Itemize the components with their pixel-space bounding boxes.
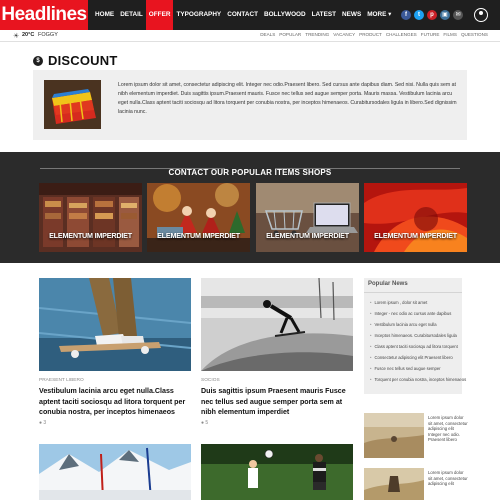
- shop-label: ELEMENTUM IMPERDIET: [266, 231, 349, 240]
- post-title[interactable]: Vestibulum lacinia arcu eget nulla.Class…: [39, 386, 194, 418]
- divider: [275, 168, 460, 169]
- post-category[interactable]: PRAESENT LIBERO: [39, 378, 84, 383]
- popular-news-item[interactable]: Integer - nec odio ac cursus ante dapibu…: [370, 311, 451, 316]
- weather-condition: FOGGY: [38, 32, 58, 38]
- nav-offer[interactable]: OFFER: [145, 0, 174, 30]
- twitter-icon[interactable]: t: [414, 10, 424, 20]
- popular-news-item[interactable]: Fusce nec tellus sed augue semper: [370, 366, 440, 371]
- comment-count: ● 5: [201, 420, 208, 426]
- nav-more-dropdown[interactable]: MORE ▾: [364, 0, 394, 30]
- nav-home[interactable]: HOME: [92, 0, 117, 30]
- comment-count: ● 3: [39, 420, 46, 426]
- nav-latest[interactable]: LATEST: [309, 0, 339, 30]
- post-category[interactable]: SOCIOS: [201, 378, 220, 383]
- post-image-football[interactable]: [201, 444, 353, 500]
- discount-basket-image: [44, 80, 101, 129]
- shops-heading: CONTACT OUR POPULAR ITEMS SHOPS: [0, 162, 500, 180]
- post-image-ski[interactable]: [39, 444, 191, 500]
- email-icon[interactable]: ✉: [453, 10, 463, 20]
- comment-icon: ●: [201, 420, 205, 426]
- top-navbar: Headlines HOME DETAIL OFFER TYPOGRAPHY C…: [0, 0, 500, 30]
- nav-news[interactable]: NEWS: [339, 0, 364, 30]
- weather-icon: ☀: [13, 33, 20, 40]
- tag-questions[interactable]: QUESTIONS: [461, 32, 488, 37]
- popular-news-item[interactable]: Inceptos himenaeos. Curabitursodales lig…: [370, 333, 456, 338]
- nav-typography[interactable]: TYPOGRAPHY: [173, 0, 224, 30]
- nav-contact[interactable]: CONTACT: [224, 0, 261, 30]
- popular-news-widget: Popular News Lorem ipsum , dolor sit ame…: [364, 278, 466, 394]
- popular-news-item[interactable]: Torquent per conubia nostra, inceptos hi…: [370, 377, 466, 382]
- tag-films[interactable]: FILMS: [443, 32, 457, 37]
- shops-title: CONTACT OUR POPULAR ITEMS SHOPS: [168, 168, 332, 177]
- divider: [40, 168, 225, 169]
- side-post-excerpt[interactable]: Lorem ipsum dolor sit amet, consectetur …: [428, 415, 468, 443]
- post-image-skateboard[interactable]: [39, 278, 191, 371]
- popular-news-item[interactable]: Lorem ipsum , dolor sit amet: [370, 300, 427, 305]
- nav-bollywood[interactable]: BOLLYWOOD: [261, 0, 309, 30]
- tag-product[interactable]: PRODUCT: [359, 32, 382, 37]
- popular-news-item[interactable]: Class aptent taciti sociosqu ad litora t…: [370, 344, 457, 349]
- social-links: f t p ▣ ✉: [401, 10, 463, 20]
- user-account-icon[interactable]: [474, 8, 488, 22]
- temperature: 20°C: [22, 32, 35, 38]
- discount-panel: Lorem ipsum dolor sit amet, consectetur …: [33, 70, 467, 140]
- shop-card-bookstore[interactable]: ELEMENTUM IMPERDIET: [39, 183, 142, 252]
- popular-shops-band: CONTACT OUR POPULAR ITEMS SHOPS ELEMENTU…: [0, 152, 500, 263]
- side-post-image-beach[interactable]: [364, 413, 424, 458]
- popular-news-item[interactable]: Vestibulum lacinia arcu eget nulla: [370, 322, 436, 327]
- instagram-icon[interactable]: ▣: [440, 10, 450, 20]
- popular-news-item[interactable]: Consectetur adipiscing elit Praesent lib…: [370, 355, 452, 360]
- comment-count-value: 5: [205, 420, 209, 426]
- post-title[interactable]: Duis sagittis ipsum Praesent mauris Fusc…: [201, 386, 356, 418]
- side-post-image-desert[interactable]: [364, 468, 424, 500]
- site-logo[interactable]: Headlines: [0, 0, 88, 30]
- comment-icon: ●: [39, 420, 43, 426]
- side-post-excerpt[interactable]: Lorem ipsum dolor sit amet, consectetur …: [428, 470, 468, 487]
- tag-popular[interactable]: POPULAR: [279, 32, 301, 37]
- tag-links: DEALS POPULAR TRENDING VACANCY PRODUCT C…: [260, 32, 488, 37]
- tag-future[interactable]: FUTURE: [421, 32, 440, 37]
- facebook-icon[interactable]: f: [401, 10, 411, 20]
- shop-card-santa[interactable]: ELEMENTUM IMPERDIET: [147, 183, 250, 252]
- comment-count-value: 3: [43, 420, 47, 426]
- discount-description: Lorem ipsum dolor sit amet, consectetur …: [118, 82, 457, 115]
- discount-heading: $ DISCOUNT: [33, 53, 118, 68]
- tag-vacancy[interactable]: VACANCY: [333, 32, 355, 37]
- shop-label: ELEMENTUM IMPERDIET: [157, 231, 240, 240]
- shop-card-laptop-cart[interactable]: ELEMENTUM IMPERDIET: [256, 183, 359, 252]
- discount-title: DISCOUNT: [48, 53, 118, 68]
- post-image-skatepark[interactable]: [201, 278, 353, 371]
- shop-label: ELEMENTUM IMPERDIET: [49, 231, 132, 240]
- shop-label: ELEMENTUM IMPERDIET: [374, 231, 457, 240]
- popular-news-title: Popular News: [368, 281, 408, 287]
- nav-detail[interactable]: DETAIL: [117, 0, 146, 30]
- dollar-icon: $: [33, 55, 43, 66]
- tag-trending[interactable]: TRENDING: [305, 32, 329, 37]
- tag-deals[interactable]: DEALS: [260, 32, 275, 37]
- tag-challenges[interactable]: CHALLENGES: [386, 32, 417, 37]
- pinterest-icon[interactable]: p: [427, 10, 437, 20]
- info-bar: ☀ 20°C FOGGY DEALS POPULAR TRENDING VACA…: [0, 30, 500, 42]
- main-nav: HOME DETAIL OFFER TYPOGRAPHY CONTACT BOL…: [92, 0, 394, 30]
- shop-card-abstract[interactable]: ELEMENTUM IMPERDIET: [364, 183, 467, 252]
- divider: [364, 292, 462, 293]
